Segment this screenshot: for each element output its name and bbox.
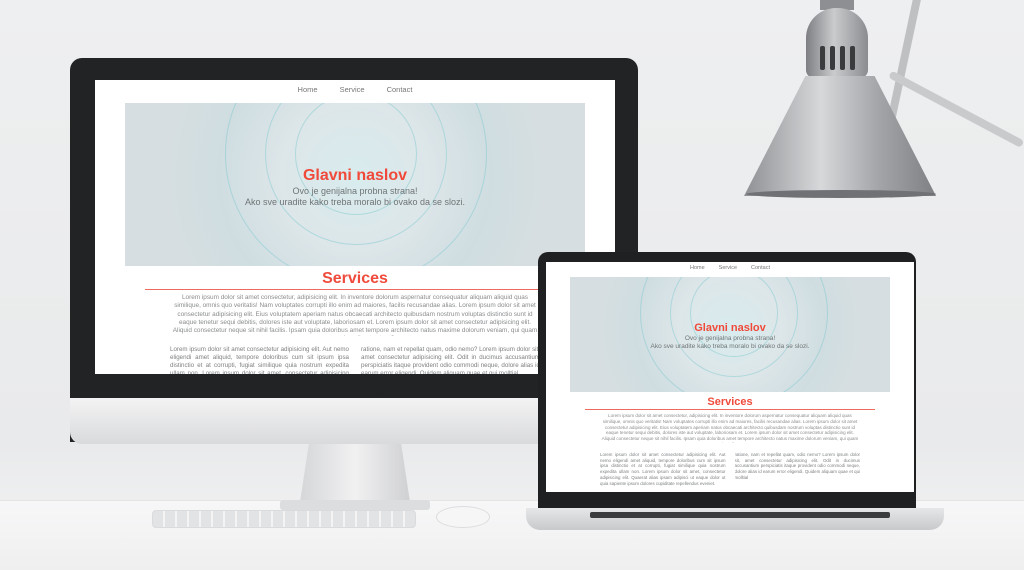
laptop-screen: Home Service Contact Glavni naslov Ovo j… bbox=[546, 262, 914, 492]
site-nav: Home Service Contact bbox=[95, 80, 615, 101]
services-column-2: ratione, nam et repellat quam, odio nemo… bbox=[361, 346, 540, 374]
monitor-base bbox=[280, 500, 430, 510]
website-laptop: Home Service Contact Glavni naslov Ovo j… bbox=[546, 262, 914, 492]
lamp-vent bbox=[830, 46, 835, 70]
nav-contact[interactable]: Contact bbox=[751, 265, 770, 276]
nav-contact[interactable]: Contact bbox=[387, 85, 413, 101]
lamp-vent bbox=[820, 46, 825, 70]
services-column-1: Lorem ipsum dolor sit amet consectetur a… bbox=[600, 452, 726, 486]
services-divider bbox=[585, 409, 875, 410]
hero-banner: Glavni naslov Ovo je genijalna probna st… bbox=[125, 103, 585, 266]
hero-banner: Glavni naslov Ovo je genijalna probna st… bbox=[570, 277, 890, 392]
hero-subtitle: Ovo je genijalna probna strana! bbox=[292, 186, 418, 196]
monitor-screen: Home Service Contact Glavni naslov Ovo j… bbox=[95, 80, 615, 374]
services-heading: Services bbox=[322, 270, 388, 287]
site-nav: Home Service Contact bbox=[546, 262, 914, 276]
services-divider bbox=[145, 289, 565, 290]
nav-service[interactable]: Service bbox=[340, 85, 365, 101]
hero-title: Glavni naslov bbox=[694, 322, 766, 334]
mouse bbox=[436, 506, 490, 528]
lamp-rim bbox=[746, 190, 936, 198]
lamp-arm-lower bbox=[888, 70, 1024, 148]
hero-subtitle-2: Ako sve uradite kako treba moralo bi ova… bbox=[244, 197, 466, 207]
services-text: Lorem ipsum dolor sit amet consectetur, … bbox=[172, 294, 538, 336]
keyboard bbox=[152, 510, 416, 528]
lamp-vent bbox=[850, 46, 855, 70]
services-heading: Services bbox=[707, 396, 753, 408]
monitor-stand bbox=[300, 444, 410, 502]
services-columns: Lorem ipsum dolor sit amet consectetur a… bbox=[170, 346, 540, 374]
nav-service[interactable]: Service bbox=[719, 265, 737, 276]
services-column-1: Lorem ipsum dolor sit amet consectetur a… bbox=[170, 346, 349, 374]
nav-home[interactable]: Home bbox=[298, 85, 318, 101]
services-column-2: ratione, nam et repellat quam, odio nemo… bbox=[734, 452, 861, 480]
hero-title: Glavni naslov bbox=[302, 167, 408, 184]
services-columns: Lorem ipsum dolor sit amet consectetur a… bbox=[600, 452, 860, 492]
nav-home[interactable]: Home bbox=[690, 265, 705, 276]
lamp-vent bbox=[840, 46, 845, 70]
lamp-shade bbox=[744, 76, 936, 196]
services-text: Lorem ipsum dolor sit amet consectetur, … bbox=[601, 413, 859, 443]
laptop-hinge bbox=[590, 512, 890, 518]
website-desktop: Home Service Contact Glavni naslov Ovo j… bbox=[95, 80, 615, 374]
lamp-head bbox=[806, 8, 868, 78]
hero-subtitle: Ovo je genijalna probna strana! bbox=[684, 335, 776, 342]
hero-subtitle-2: Ako sve uradite kako treba moralo bi ova… bbox=[650, 343, 810, 350]
